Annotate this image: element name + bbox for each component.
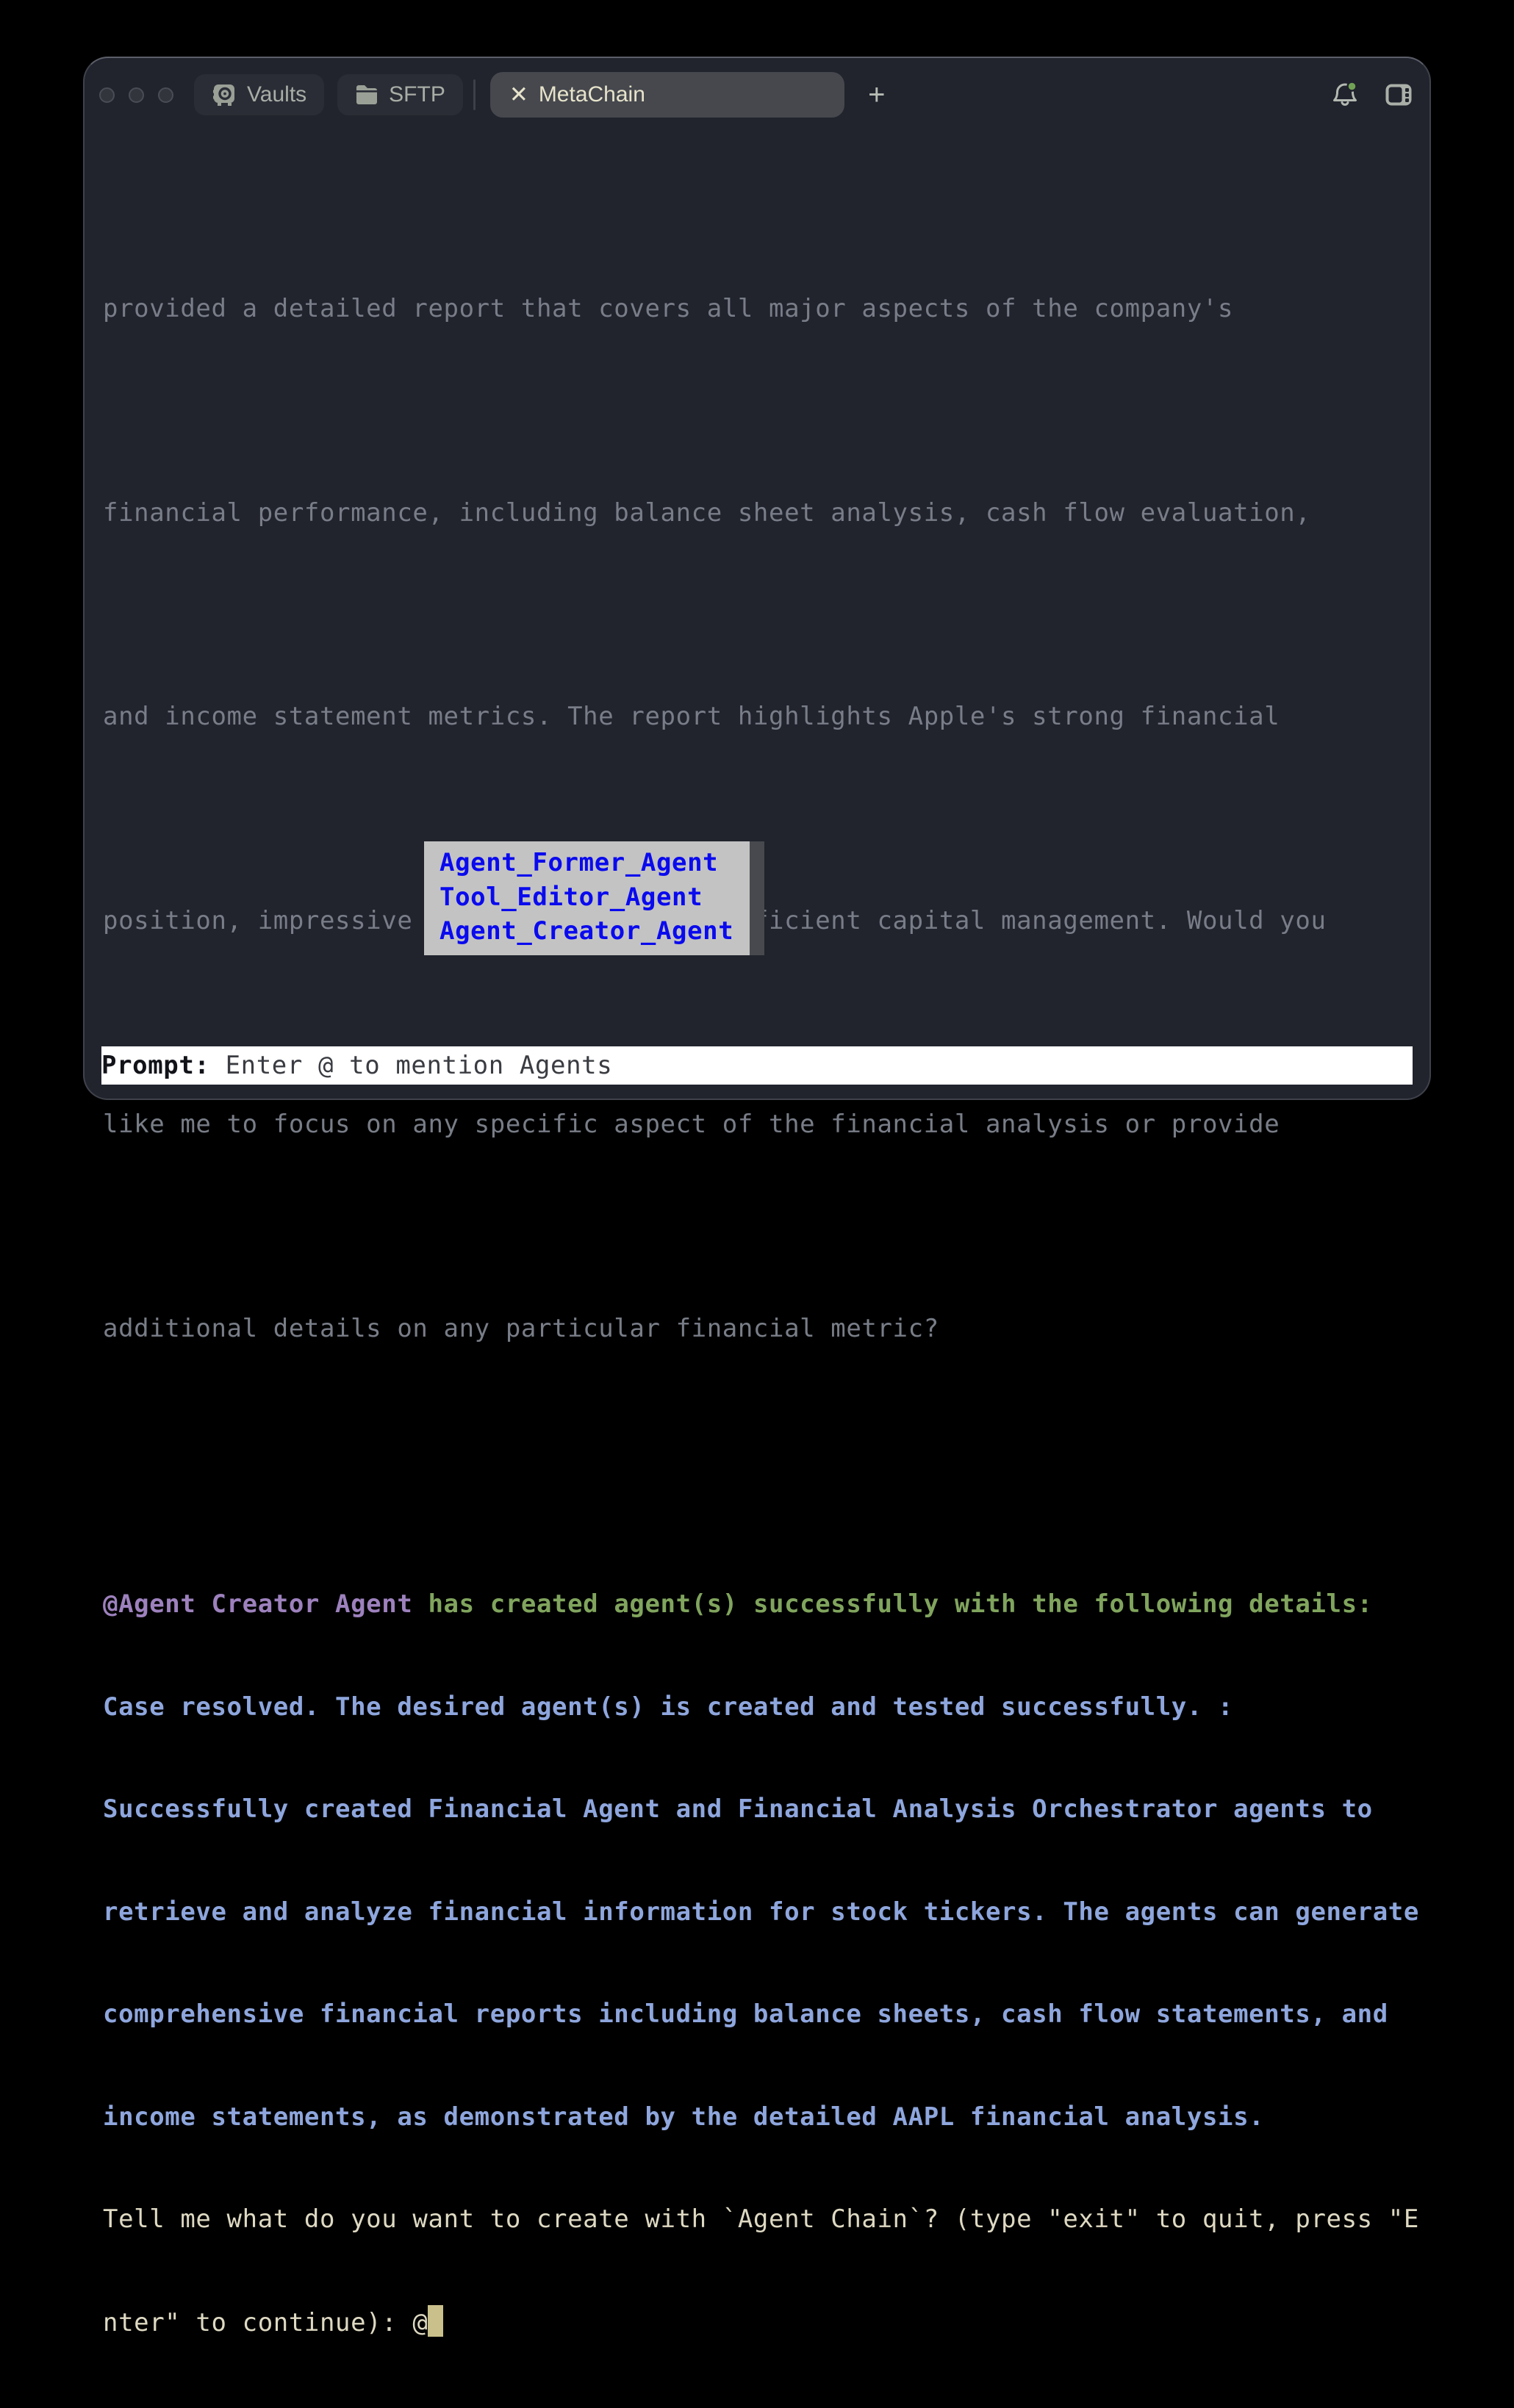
input-prompt-line: nter" to continue): @: [103, 2305, 1429, 2340]
prompt-hint: Enter @ to mention Agents: [226, 1051, 613, 1080]
assistant-line: position, impressive profitability, and …: [103, 887, 1429, 955]
minimize-window-button[interactable]: [129, 87, 144, 103]
dropdown-item-tool-editor[interactable]: Tool_Editor_Agent: [440, 880, 733, 915]
folder-icon: [355, 85, 378, 105]
x-icon: ✕: [509, 84, 528, 107]
traffic-lights: [99, 87, 173, 103]
notifications-button[interactable]: [1330, 79, 1360, 110]
assistant-line: financial performance, including balance…: [103, 479, 1429, 547]
bell-icon: [1330, 79, 1360, 110]
tab-metachain-label: MetaChain: [539, 82, 645, 107]
input-prompt-text: nter" to continue): @: [103, 2308, 428, 2337]
new-tab-button[interactable]: +: [864, 82, 890, 108]
text-cursor[interactable]: [428, 2305, 443, 2337]
agent-mention-list: Agent_Former_Agent Tool_Editor_Agent Age…: [424, 841, 750, 955]
dropdown-item-agent-creator[interactable]: Agent_Creator_Agent: [440, 914, 733, 949]
agent-mention: @Agent Creator Agent: [103, 1589, 412, 1619]
dropdown-scrollbar[interactable]: [750, 841, 764, 955]
tab-divider: [473, 79, 476, 110]
agent-status-output: @Agent Creator Agent has created agent(s…: [103, 1519, 1429, 2408]
maximize-window-button[interactable]: [158, 87, 173, 103]
tab-sftp[interactable]: SFTP: [337, 74, 463, 115]
tab-metachain-active[interactable]: ✕ MetaChain: [490, 72, 844, 118]
tab-vaults-label: Vaults: [247, 82, 306, 107]
agent-created-line: @Agent Creator Agent has created agent(s…: [103, 1587, 1429, 1622]
assistant-line: additional details on any particular fin…: [103, 1295, 1429, 1363]
agent-detail-line: income statements, as demonstrated by th…: [103, 2100, 1429, 2135]
agent-mention-dropdown: Agent_Former_Agent Tool_Editor_Agent Age…: [424, 841, 764, 955]
vault-icon: [212, 82, 237, 107]
sidebar-panel-icon: [1385, 84, 1412, 106]
assistant-output: provided a detailed report that covers a…: [103, 139, 1429, 1498]
prompt-label: Prompt:: [101, 1051, 226, 1080]
tab-sftp-label: SFTP: [389, 82, 445, 107]
dropdown-item-agent-former[interactable]: Agent_Former_Agent: [440, 846, 733, 880]
tab-vaults[interactable]: Vaults: [194, 74, 324, 115]
assistant-line: and income statement metrics. The report…: [103, 683, 1429, 751]
assistant-line: provided a detailed report that covers a…: [103, 275, 1429, 343]
panel-toggle-button[interactable]: [1385, 84, 1412, 106]
tab-bar: Vaults SFTP ✕ MetaChain +: [85, 58, 1429, 132]
agent-created-message: has created agent(s) successfully with t…: [412, 1589, 1372, 1619]
close-window-button[interactable]: [99, 87, 115, 103]
agent-detail-line: comprehensive financial reports includin…: [103, 1997, 1429, 2032]
input-prompt-line: Tell me what do you want to create with …: [103, 2202, 1429, 2237]
agent-detail-line: Case resolved. The desired agent(s) is c…: [103, 1690, 1429, 1725]
agent-detail-line: retrieve and analyze financial informati…: [103, 1895, 1429, 1930]
assistant-line: like me to focus on any specific aspect …: [103, 1090, 1429, 1159]
terminal-window: Vaults SFTP ✕ MetaChain +: [83, 57, 1431, 1100]
agent-detail-line: Successfully created Financial Agent and…: [103, 1792, 1429, 1827]
prompt-bar[interactable]: Prompt: Enter @ to mention Agents: [101, 1046, 1413, 1085]
